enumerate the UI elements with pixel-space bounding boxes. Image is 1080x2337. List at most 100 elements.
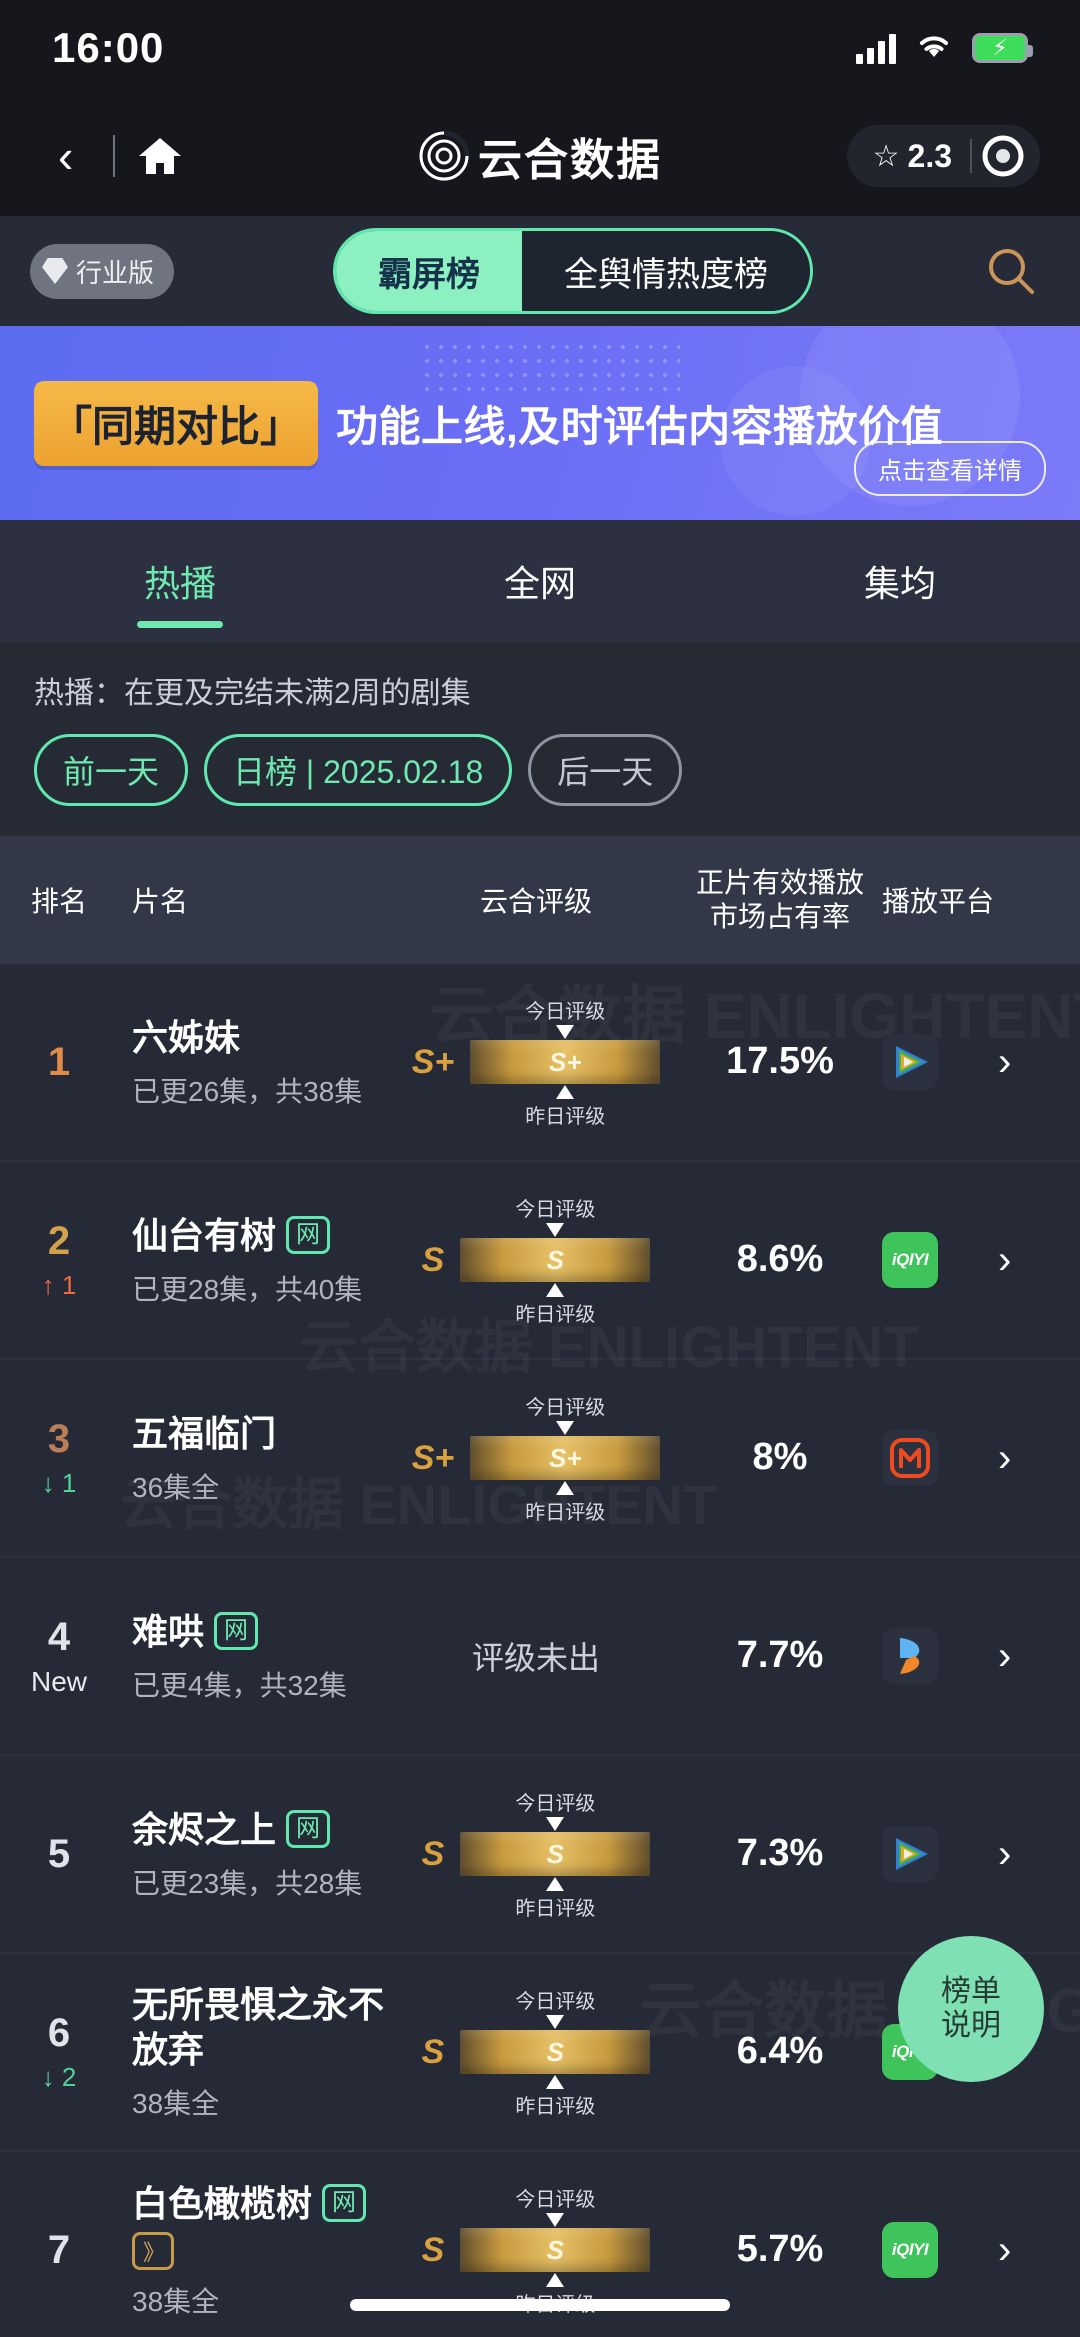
gauge-yesterday-marker bbox=[556, 1085, 575, 1099]
rank-cell: 3 ↓ 1 bbox=[0, 1417, 118, 1499]
gauge-yesterday-label: 昨日评级 bbox=[515, 2096, 596, 2118]
gauge-today-label: 今日评级 bbox=[525, 1397, 606, 1419]
chevron-left-icon[interactable]: ‹ bbox=[40, 133, 91, 179]
banner-tag: 「同期对比」 bbox=[34, 380, 319, 466]
gauge-bar: S+ bbox=[470, 1436, 661, 1480]
tab-rebo[interactable]: 热播 bbox=[0, 520, 360, 642]
share-cell: 5.7% bbox=[686, 2227, 874, 2273]
rating-cell: S今日评级S昨日评级 bbox=[386, 2183, 686, 2317]
segment-baping[interactable]: 霸屏榜 bbox=[336, 231, 522, 311]
gauge-yesterday-label: 昨日评级 bbox=[515, 1304, 596, 1326]
rating-gauge: 今日评级 S+ 昨日评级 bbox=[470, 1391, 661, 1525]
brand: 云合数据 bbox=[418, 124, 662, 188]
episode-info: 已更4集，共32集 bbox=[132, 1669, 347, 1701]
share-cell: 8% bbox=[686, 1435, 874, 1481]
gauge-today-label: 今日评级 bbox=[515, 1793, 596, 1815]
home-icon[interactable] bbox=[137, 135, 183, 177]
industry-version-badge[interactable]: 行业版 bbox=[30, 243, 175, 299]
row-detail-link[interactable]: › bbox=[998, 1832, 1080, 1877]
gauge-bar: S bbox=[460, 1238, 651, 1282]
rank-new-badge: New bbox=[30, 1665, 87, 1697]
rating-letter: S+ bbox=[411, 1042, 455, 1081]
rank-number: 1 bbox=[47, 1039, 71, 1084]
rank-number: 6 bbox=[47, 2011, 71, 2055]
web-exclusive-badge: 网 bbox=[286, 1216, 331, 1254]
rank-change-up-icon: ↑ 1 bbox=[41, 1270, 77, 1300]
gauge-today-marker bbox=[556, 1025, 575, 1039]
web-exclusive-badge: 网 bbox=[214, 1612, 259, 1650]
table-row[interactable]: 3 ↓ 1 五福临门 36集全 S+ 今日评级 S+ 昨日评级 8% › bbox=[0, 1360, 1080, 1558]
next-day-button[interactable]: 后一天 bbox=[528, 734, 683, 806]
target-icon[interactable] bbox=[972, 125, 1034, 187]
title-cell: 无所畏惧之永不放弃 38集全 bbox=[118, 1982, 386, 2122]
rank-number: 2 bbox=[47, 1219, 71, 1263]
header-name: 片名 bbox=[132, 886, 189, 917]
gauge-today-marker bbox=[546, 2015, 565, 2029]
brand-name: 云合数据 bbox=[478, 136, 662, 185]
gauge-yesterday-marker bbox=[546, 1283, 565, 1297]
title-cell: 仙台有树网已更28集，共40集 bbox=[118, 1213, 386, 1308]
segment-quanyuqing[interactable]: 全舆情热度榜 bbox=[522, 231, 810, 311]
rank-cell: 7 bbox=[0, 2228, 118, 2273]
table-row[interactable]: 1 六姊妹已更26集，共38集 S+ 今日评级 S+ 昨日评级 17.5% › bbox=[0, 964, 1080, 1162]
rank-cell: 6 ↓ 2 bbox=[0, 2011, 118, 2093]
gauge-today-marker bbox=[546, 2213, 565, 2227]
table-row[interactable]: 5 余烬之上网已更23集，共28集 S 今日评级 S 昨日评级 7.3% › bbox=[0, 1756, 1080, 1954]
rating-cell: S+ 今日评级 S+ 昨日评级 bbox=[386, 1391, 686, 1525]
row-detail-link[interactable]: › bbox=[998, 1436, 1080, 1481]
platform-cell bbox=[874, 1628, 998, 1684]
banner-cta-button[interactable]: 点击查看详情 bbox=[854, 441, 1046, 496]
gauge-yesterday-marker bbox=[546, 2273, 565, 2287]
share-value: 17.5% bbox=[726, 1040, 834, 1083]
period-selector[interactable]: 日榜 | 2025.02.18 bbox=[204, 734, 513, 806]
row-detail-link[interactable]: › bbox=[998, 1238, 1080, 1283]
app-bar: ‹ 云合数据 ☆ 2.3 bbox=[0, 96, 1080, 216]
filter-note: 热播：在更及完结未满2周的剧集 bbox=[34, 677, 471, 710]
row-detail-link[interactable]: › bbox=[998, 1634, 1080, 1679]
tab-label: 集均 bbox=[863, 563, 936, 604]
table-header: 排名 片名 云合评级 正片有效播放 市场占有率 播放平台 bbox=[0, 836, 1080, 964]
table-row[interactable]: 4 New 难哄网已更4集，共32集 评级未出 7.7% › bbox=[0, 1558, 1080, 1756]
prev-day-button[interactable]: 前一天 bbox=[34, 734, 189, 806]
rating-gauge: 今日评级 S 昨日评级 bbox=[460, 1787, 651, 1921]
show-title: 六姊妹 bbox=[132, 1016, 241, 1058]
ranking-explanation-button[interactable]: 榜单 说明 bbox=[898, 1936, 1044, 2082]
home-indicator[interactable] bbox=[350, 2299, 730, 2311]
episode-info: 已更26集，共38集 bbox=[132, 1075, 363, 1107]
web-exclusive-badge: 网 bbox=[322, 2184, 367, 2222]
header-platform: 播放平台 bbox=[882, 886, 995, 917]
platform-cell bbox=[874, 1034, 998, 1090]
platform-cell: iQIYI bbox=[874, 2222, 998, 2278]
gauge-today-marker bbox=[546, 1223, 565, 1237]
rating-button[interactable]: ☆ 2.3 bbox=[853, 138, 970, 175]
tab-quanwang[interactable]: 全网 bbox=[360, 520, 720, 642]
gauge-bar: S bbox=[460, 2030, 651, 2074]
rank-number: 5 bbox=[47, 1831, 71, 1876]
title-cell: 五福临门 36集全 bbox=[118, 1411, 386, 1506]
rank-change-down-icon: ↓ 1 bbox=[41, 1468, 77, 1498]
mango-icon bbox=[882, 1430, 938, 1486]
platform-cell: iQIYI bbox=[874, 1232, 998, 1288]
platform-cell bbox=[874, 1430, 998, 1486]
row-detail-link[interactable]: › bbox=[998, 1040, 1080, 1085]
gauge-yesterday-marker bbox=[556, 1481, 575, 1495]
table-row[interactable]: 2 ↑ 1 仙台有树网已更28集，共40集 S 今日评级 S 昨日评级 8.6% iQIYI › bbox=[0, 1162, 1080, 1360]
rating-gauge: 今日评级 S+ 昨日评级 bbox=[470, 995, 661, 1129]
promo-banner[interactable]: 「同期对比」 功能上线,及时评估内容播放价值 点击查看详情 bbox=[0, 326, 1080, 520]
gauge-today-label: 今日评级 bbox=[515, 1991, 596, 2013]
show-title: 五福临门 bbox=[132, 1412, 277, 1454]
app-root: 16:00 ⚡ ‹ 云合数据 ☆ 2.3 行业版 霸屏榜 全舆情热度榜 「同期对… bbox=[0, 0, 1080, 2337]
chevron-right-icon: › bbox=[998, 1435, 1012, 1480]
iqiyi-icon: iQIYI bbox=[882, 2222, 938, 2278]
status-time: 16:00 bbox=[52, 24, 165, 71]
header-share: 正片有效播放 市场占有率 bbox=[695, 867, 864, 932]
rating-letter: S bbox=[421, 2032, 445, 2071]
tab-jijun[interactable]: 集均 bbox=[720, 520, 1080, 642]
rating-letter: S bbox=[421, 1834, 445, 1873]
tab-label: 热播 bbox=[143, 563, 216, 604]
share-cell: 7.7% bbox=[686, 1633, 874, 1679]
row-detail-link[interactable]: › bbox=[998, 2228, 1080, 2273]
gauge-today-marker bbox=[546, 1817, 565, 1831]
yunhe-logo-icon bbox=[418, 130, 470, 182]
search-icon[interactable] bbox=[972, 232, 1050, 310]
